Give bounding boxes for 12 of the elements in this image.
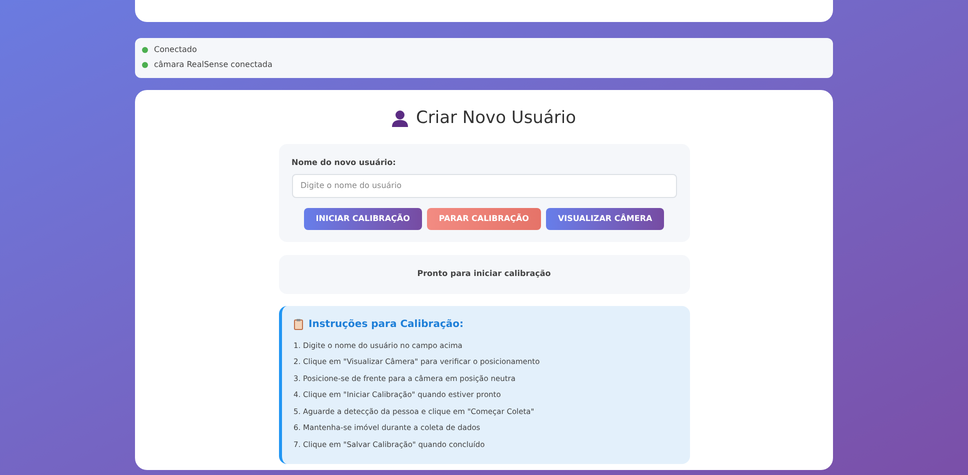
instructions-title: Instruções para Calibração: <box>308 318 464 332</box>
username-input[interactable]: Digite o nome do usuário <box>292 174 676 198</box>
page-title: Criar Novo Usuário <box>416 107 576 130</box>
action-button[interactable]: INICIAR CALIBRAÇÃO <box>304 208 422 230</box>
user-icon <box>392 110 408 128</box>
status-text: Conectado <box>154 44 197 56</box>
clipboard-icon <box>294 318 302 330</box>
status-text: câmara RealSense conectada <box>154 59 272 71</box>
status-message: Pronto para iniciar calibração <box>417 268 551 280</box>
field-label: Nome do novo usuário: <box>292 156 397 168</box>
action-button[interactable]: VISUALIZAR CÂMERA <box>546 208 664 230</box>
action-button[interactable]: PARAR CALIBRAÇÃO <box>426 208 541 230</box>
